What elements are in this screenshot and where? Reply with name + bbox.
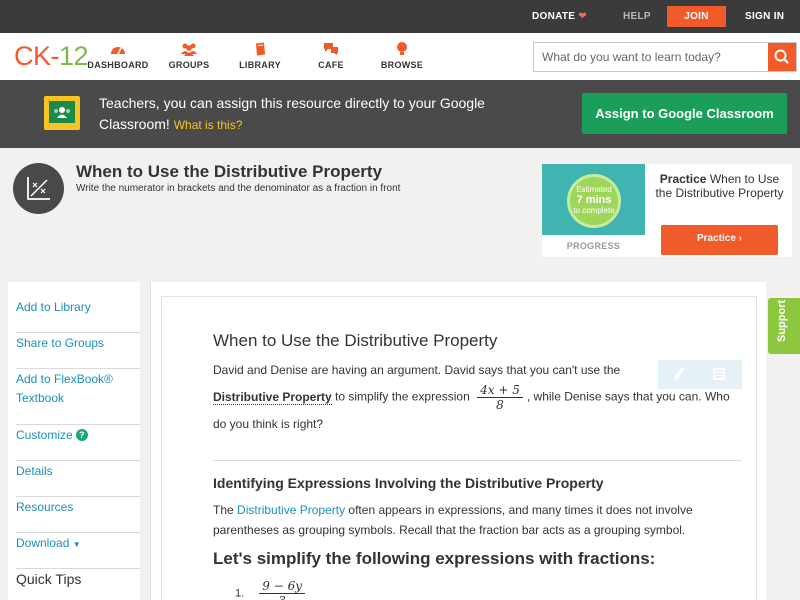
- search-input[interactable]: [534, 43, 770, 71]
- details-link[interactable]: Details: [16, 462, 140, 497]
- search-button[interactable]: [768, 43, 796, 71]
- practice-button[interactable]: Practice ›: [661, 225, 778, 255]
- groups-icon: [181, 43, 197, 56]
- nav-dashboard[interactable]: DASHBOARD: [83, 41, 153, 70]
- section-heading: Identifying Expressions Involving the Di…: [213, 475, 604, 491]
- nav-browse[interactable]: BROWSE: [367, 41, 437, 70]
- sign-in-link[interactable]: SIGN IN: [745, 0, 784, 33]
- example-fraction: 9 − 6y3: [259, 579, 305, 600]
- banner-text: Teachers, you can assign this resource d…: [99, 95, 485, 132]
- search-box: [533, 42, 797, 72]
- share-to-groups-link[interactable]: Share to Groups: [16, 334, 140, 369]
- customize-link[interactable]: Customize?: [16, 426, 140, 461]
- help-link[interactable]: HELP: [623, 0, 651, 33]
- assign-to-google-classroom-button[interactable]: Assign to Google Classroom: [582, 93, 787, 134]
- cafe-icon: [324, 43, 338, 55]
- fraction-expression: 4x + 58: [477, 383, 523, 412]
- main-nav: CK-12 DASHBOARD GROUPS LIBRARY CAFE BROW…: [0, 33, 800, 80]
- nav-cafe[interactable]: CAFE: [296, 41, 366, 70]
- content-panel: When to Use the Distributive Property Da…: [161, 296, 757, 600]
- download-link[interactable]: Download ▼: [16, 534, 140, 569]
- ck12-logo[interactable]: CK-12: [14, 41, 89, 71]
- section-paragraph: The Distributive Property often appears …: [213, 503, 693, 537]
- divider: [213, 460, 742, 461]
- examples-heading: Let's simplify the following expressions…: [213, 549, 656, 568]
- sidebar: Add to Library Share to Groups Add to Fl…: [8, 282, 140, 600]
- chevron-right-icon: ›: [738, 233, 743, 244]
- help-icon[interactable]: ?: [75, 429, 88, 441]
- caret-down-icon: ▼: [72, 540, 81, 549]
- distributive-property-term[interactable]: Distributive Property: [213, 389, 332, 405]
- page-subtitle: Write the numerator in brackets and the …: [76, 183, 401, 194]
- progress-label: PROGRESS: [566, 241, 621, 251]
- add-to-flexbook-link[interactable]: Add to FlexBook® Textbook: [16, 370, 140, 425]
- what-is-this-link[interactable]: What is this?: [174, 118, 243, 132]
- estimated-time-badge: Estimated 7 mins to complete: [567, 174, 621, 228]
- heart-icon: ❤: [578, 11, 587, 22]
- google-classroom-icon: [44, 96, 80, 130]
- quick-tips-heading[interactable]: Quick Tips: [16, 570, 140, 594]
- browse-icon: [397, 42, 407, 55]
- resources-link[interactable]: Resources: [16, 498, 140, 533]
- concept-icon: [13, 163, 64, 214]
- search-icon: [774, 49, 789, 64]
- support-tab[interactable]: Support: [768, 298, 800, 354]
- nav-library[interactable]: LIBRARY: [225, 41, 295, 70]
- progress-image: Estimated 7 mins to complete: [542, 164, 645, 235]
- library-icon: [256, 42, 265, 56]
- content-title: When to Use the Distributive Property: [213, 331, 498, 350]
- add-to-library-link[interactable]: Add to Library: [16, 298, 140, 333]
- example-item: 1. 9 − 6y3: [235, 579, 309, 600]
- top-bar: DONATE ❤ HELP JOIN SIGN IN: [0, 0, 800, 33]
- distributive-property-link[interactable]: Distributive Property: [237, 503, 345, 517]
- join-button[interactable]: JOIN: [667, 6, 726, 27]
- intro-paragraph: David and Denise are having an argument.…: [213, 363, 730, 431]
- donate-link[interactable]: DONATE ❤: [532, 0, 587, 33]
- page-title: When to Use the Distributive Property: [76, 162, 383, 181]
- practice-description: Practice When to Use the Distributive Pr…: [655, 172, 784, 200]
- dashboard-icon: [111, 47, 125, 55]
- nav-groups[interactable]: GROUPS: [154, 41, 224, 70]
- main-content: When to Use the Distributive Property Da…: [150, 282, 766, 600]
- practice-card: Estimated 7 mins to complete PROGRESS Pr…: [542, 164, 792, 257]
